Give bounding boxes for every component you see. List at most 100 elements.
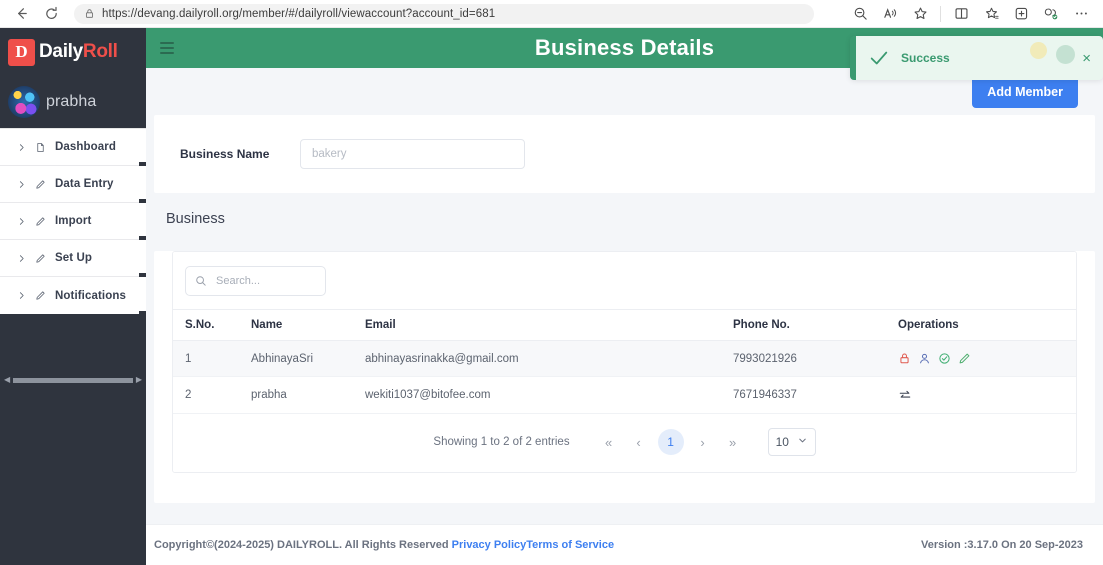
chevron-right-icon — [17, 217, 26, 226]
sidebar-item-notifications[interactable]: Notifications — [0, 277, 146, 317]
pencil-icon — [35, 179, 46, 190]
rows-per-page-select[interactable]: 10 — [767, 428, 816, 456]
column-header-name: Name — [251, 309, 365, 341]
table-row[interactable]: 1 AbhinayaSri abhinayasrinakka@gmail.com… — [173, 340, 1076, 377]
search-box[interactable] — [185, 266, 326, 296]
cell-sno: 1 — [173, 340, 251, 377]
chevron-right-icon — [17, 143, 26, 152]
pagination-next-button[interactable]: › — [688, 429, 718, 455]
page-content: Add Member Business Name Business — [146, 68, 1103, 524]
file-icon — [35, 142, 46, 153]
table-body: 1 AbhinayaSri abhinayasrinakka@gmail.com… — [173, 340, 1076, 414]
person-icon[interactable] — [918, 352, 931, 365]
cell-email: wekiti1037@bitofee.com — [365, 376, 733, 414]
privacy-policy-link[interactable]: Privacy Policy — [452, 539, 527, 551]
transfer-icon[interactable] — [898, 388, 912, 402]
pagination-info: Showing 1 to 2 of 2 entries — [433, 436, 570, 448]
sidebar-item-label: Notifications — [55, 289, 126, 302]
cell-operations — [898, 340, 1076, 377]
close-icon[interactable]: × — [1082, 51, 1091, 66]
pencil-icon — [35, 253, 46, 264]
business-table-card: S.No. Name Email Phone No. Operations 1 … — [154, 251, 1095, 503]
brand-logo[interactable]: D DailyRoll — [0, 28, 146, 76]
search-input[interactable] — [214, 274, 316, 288]
favorite-star-icon[interactable] — [906, 2, 934, 26]
cell-name: AbhinayaSri — [251, 340, 365, 377]
address-bar-url: https://devang.dailyroll.org/member/#/da… — [102, 7, 496, 20]
refresh-button[interactable] — [38, 2, 64, 26]
cell-email: abhinayasrinakka@gmail.com — [365, 340, 733, 377]
settings-more-icon[interactable] — [1067, 2, 1095, 26]
check-circle-icon[interactable] — [938, 352, 951, 365]
avatar — [8, 86, 40, 118]
sidebar-profile[interactable]: prabha — [0, 76, 146, 128]
operations-group — [898, 352, 1076, 365]
cell-phone: 7993021926 — [733, 340, 898, 377]
pencil-icon — [35, 216, 46, 227]
sidebar-item-data-entry[interactable]: Data Entry — [0, 166, 146, 205]
scroll-left-arrow-icon[interactable]: ◀ — [4, 376, 10, 384]
section-title: Business — [166, 211, 225, 227]
browser-essentials-icon[interactable] — [1037, 2, 1065, 26]
business-name-label: Business Name — [180, 147, 270, 161]
column-header-phone: Phone No. — [733, 309, 898, 341]
browser-toolbar: https://devang.dailyroll.org/member/#/da… — [0, 0, 1103, 28]
business-name-input[interactable] — [300, 139, 525, 169]
lock-icon[interactable] — [898, 352, 911, 365]
table-row[interactable]: 2 prabha wekiti1037@bitofee.com 76719463… — [173, 376, 1076, 414]
chevron-down-icon — [797, 435, 808, 449]
sidebar-item-label: Set Up — [55, 252, 93, 264]
scroll-right-arrow-icon[interactable]: ▶ — [136, 376, 142, 384]
browser-tool-icons — [846, 2, 1095, 26]
sidebar-item-set-up[interactable]: Set Up — [0, 240, 146, 279]
toast-bubble-decor — [1030, 42, 1047, 59]
column-header-email: Email — [365, 309, 733, 341]
zoom-out-icon[interactable] — [846, 2, 874, 26]
column-header-operations: Operations — [898, 309, 1076, 341]
search-icon — [195, 275, 207, 287]
add-to-favorites-icon[interactable] — [1007, 2, 1035, 26]
table-header-row: S.No. Name Email Phone No. Operations — [173, 309, 1076, 341]
chevron-right-icon — [17, 180, 26, 189]
table-head: S.No. Name Email Phone No. Operations — [173, 309, 1076, 341]
add-member-button[interactable]: Add Member — [972, 75, 1078, 108]
sidebar-horizontal-scrollbar[interactable]: ◀ ▶ — [0, 374, 146, 386]
lock-icon — [84, 8, 95, 19]
footer-copyright: Copyright©(2024-2025) DAILYROLL. All Rig… — [154, 539, 614, 551]
cell-phone: 7671946337 — [733, 376, 898, 414]
toolbar-divider — [940, 5, 941, 22]
pagination-page-1[interactable]: 1 — [657, 429, 684, 455]
sidebar-item-import[interactable]: Import — [0, 203, 146, 242]
success-toast: Success × — [850, 36, 1103, 80]
search-row — [173, 252, 1076, 309]
terms-of-service-link[interactable]: Terms of Service — [526, 539, 614, 551]
pencil-icon[interactable] — [958, 352, 971, 365]
chevron-right-icon — [17, 254, 26, 263]
operations-group — [898, 388, 1076, 402]
toast-bubble-decor — [1056, 45, 1075, 64]
pagination-last-button[interactable]: » — [718, 429, 748, 455]
cell-name: prabha — [251, 376, 365, 414]
chevron-right-icon — [17, 291, 26, 300]
application-window: D DailyRoll prabha Dashboard Data Entry … — [0, 28, 1103, 565]
read-aloud-icon[interactable] — [876, 2, 904, 26]
hamburger-icon[interactable] — [160, 42, 178, 54]
business-form-card: Business Name — [154, 115, 1095, 193]
sidebar: D DailyRoll prabha Dashboard Data Entry … — [0, 28, 146, 565]
sidebar-menu: Dashboard Data Entry Import Set Up Notif… — [0, 128, 146, 317]
brand-name-part1: Daily — [39, 41, 83, 62]
pagination: Showing 1 to 2 of 2 entries « ‹ 1 › » 10 — [173, 414, 1076, 472]
sidebar-item-dashboard[interactable]: Dashboard — [0, 129, 146, 168]
pagination-first-button[interactable]: « — [594, 429, 624, 455]
sidebar-item-label: Data Entry — [55, 178, 114, 190]
collections-icon[interactable] — [977, 2, 1005, 26]
menu-notch — [139, 311, 146, 317]
address-bar[interactable]: https://devang.dailyroll.org/member/#/da… — [74, 3, 814, 24]
copyright-text: Copyright©(2024-2025) DAILYROLL. All Rig… — [154, 539, 452, 551]
split-screen-icon[interactable] — [947, 2, 975, 26]
footer: Copyright©(2024-2025) DAILYROLL. All Rig… — [146, 524, 1103, 565]
back-button[interactable] — [8, 2, 34, 26]
scrollbar-thumb[interactable] — [13, 377, 133, 383]
brand-name: DailyRoll — [39, 41, 118, 63]
pagination-prev-button[interactable]: ‹ — [624, 429, 654, 455]
